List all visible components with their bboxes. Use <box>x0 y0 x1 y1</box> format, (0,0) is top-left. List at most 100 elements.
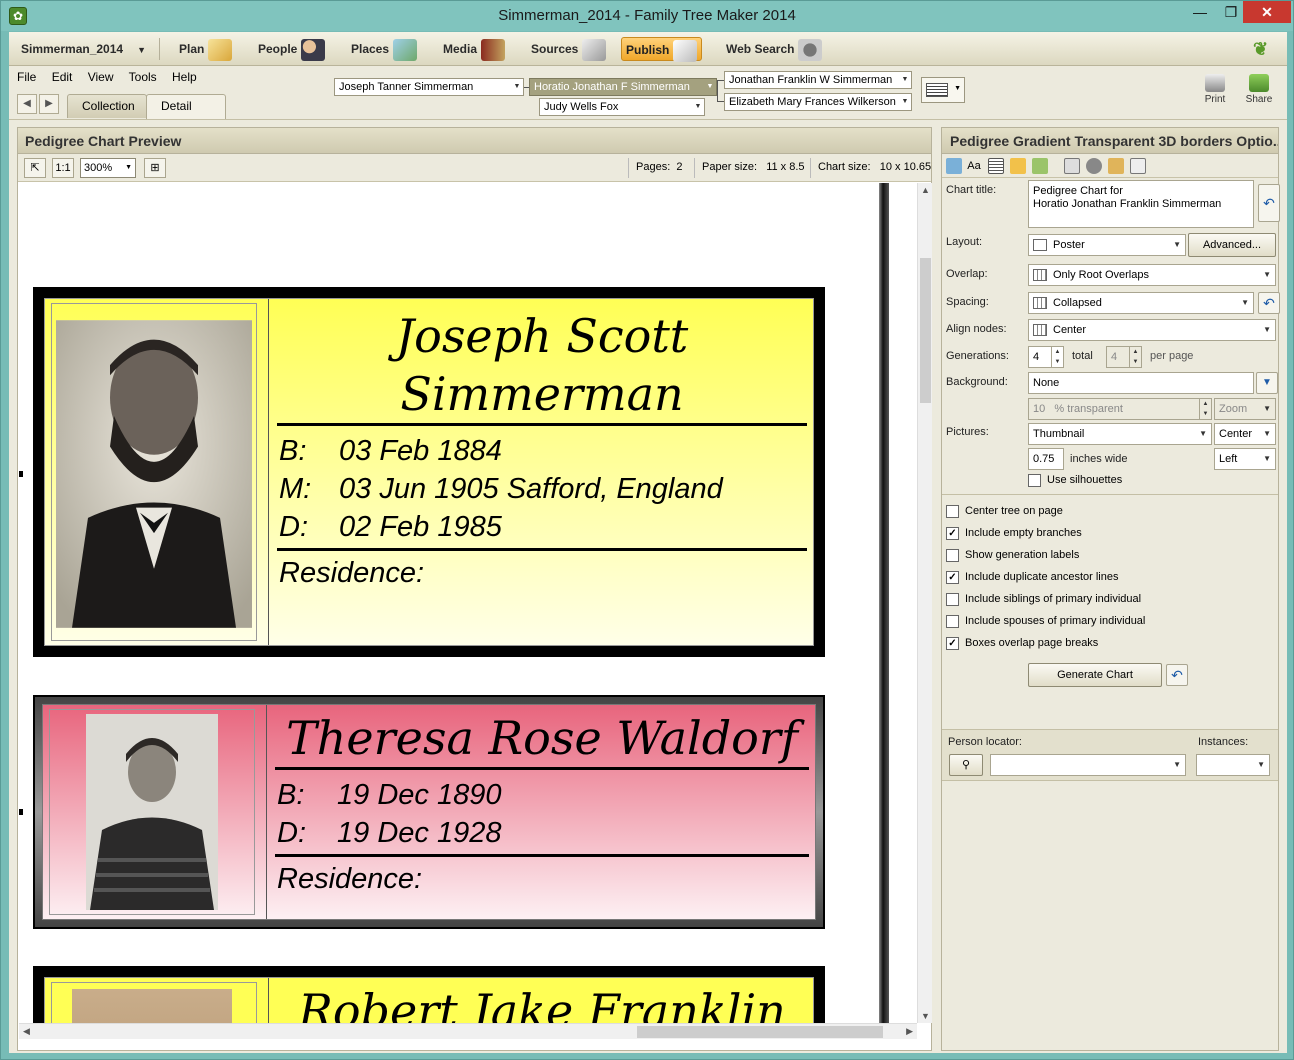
menu-tools[interactable]: Tools <box>129 70 157 84</box>
picture-width-input[interactable]: 0.75 <box>1028 448 1064 470</box>
sources-button[interactable]: Sources <box>527 37 610 61</box>
spacing-select[interactable]: Collapsed ▼ <box>1028 292 1254 314</box>
show-gen-labels-checkbox[interactable]: Show generation labels <box>946 548 1079 564</box>
background-dropdown-icon[interactable]: ▼ <box>1256 372 1278 394</box>
person-photo-woman[interactable] <box>50 710 254 914</box>
father-selector[interactable]: Joseph Tanner Simmerman ▼ <box>334 78 524 96</box>
instances-select[interactable]: ▼ <box>1196 754 1270 776</box>
undo-spacing-icon[interactable]: ↶ <box>1258 292 1280 314</box>
checkbox-box[interactable] <box>946 548 959 562</box>
tree-layout-icon[interactable]: ⊞ <box>144 158 166 178</box>
fit-to-window-icon[interactable]: ⇱ <box>24 158 46 178</box>
include-siblings-checkbox[interactable]: Include siblings of primary individual <box>946 592 1141 608</box>
document-icon[interactable] <box>1130 158 1146 174</box>
web-search-button[interactable]: Web Search <box>722 37 826 61</box>
zoom-background-select[interactable]: Zoom ▼ <box>1214 398 1276 420</box>
include-spouses-checkbox[interactable]: Include spouses of primary individual <box>946 614 1145 630</box>
generate-chart-button[interactable]: Generate Chart <box>1028 663 1162 687</box>
background-icon[interactable] <box>1010 158 1026 174</box>
font-icon[interactable]: Aa <box>966 158 982 174</box>
horizontal-scrollbar[interactable]: ◀ ▶ <box>19 1023 917 1039</box>
center-tree-checkbox[interactable]: Center tree on page <box>946 504 1063 520</box>
transparency-spinner[interactable]: 10 % transparent ▲ ▼ <box>1028 398 1212 420</box>
include-duplicate-checkbox[interactable]: ✓ Include duplicate ancestor lines <box>946 570 1118 586</box>
places-label: Places <box>351 42 390 56</box>
pictures-select[interactable]: Thumbnail ▼ <box>1028 423 1212 445</box>
picture-position-select[interactable]: Left ▼ <box>1214 448 1276 470</box>
copy-icon[interactable] <box>1064 158 1080 174</box>
chart-title-input[interactable]: Pedigree Chart for Horatio Jonathan Fran… <box>1028 180 1254 228</box>
spin-arrows-icon[interactable]: ▲ ▼ <box>1129 347 1141 367</box>
menu-edit[interactable]: Edit <box>52 70 73 84</box>
generations-spinner[interactable]: 4 ▲ ▼ <box>1028 346 1064 368</box>
scroll-thumb[interactable] <box>637 1026 883 1038</box>
chart-canvas[interactable]: Joseph Scott Simmerman B: 03 Feb 1884 M: 0… <box>19 183 917 1023</box>
checkmark-icon[interactable]: ✓ <box>946 636 959 650</box>
align-nodes-select[interactable]: Center ▼ <box>1028 319 1276 341</box>
person-box[interactable]: Theresa Rose Waldorf B: 19 Dec 1890 D: 19 … <box>33 695 825 929</box>
settings-icon[interactable] <box>1086 158 1102 174</box>
scroll-up-icon[interactable]: ▲ <box>921 185 930 195</box>
spin-arrows-icon[interactable]: ▲ ▼ <box>1199 399 1211 419</box>
save-template-icon[interactable] <box>1032 158 1048 174</box>
tab-collection[interactable]: Collection <box>67 94 147 118</box>
mother-selector[interactable]: Judy Wells Fox ▼ <box>539 98 705 116</box>
family-view-selector[interactable]: ▼ <box>921 77 965 103</box>
scroll-down-icon[interactable]: ▼ <box>921 1011 930 1021</box>
per-page-spinner[interactable]: 4 ▲ ▼ <box>1106 346 1142 368</box>
chart-title-line-1: Pedigree Chart for <box>1033 185 1123 197</box>
checkbox-box[interactable] <box>946 614 959 628</box>
child-selector-2[interactable]: Elizabeth Mary Frances Wilkerson ▼ <box>724 93 912 111</box>
menu-help[interactable]: Help <box>172 70 197 84</box>
advanced-button[interactable]: Advanced... <box>1188 233 1276 257</box>
export-icon[interactable] <box>1108 158 1124 174</box>
scroll-left-icon[interactable]: ◀ <box>23 1026 30 1037</box>
boxes-overlap-checkbox[interactable]: ✓ Boxes overlap page breaks <box>946 636 1098 652</box>
undo-generate-icon[interactable]: ↶ <box>1166 664 1188 686</box>
checkbox-box[interactable] <box>946 504 959 518</box>
vertical-scrollbar[interactable]: ▲ ▼ <box>917 183 932 1023</box>
checkbox-box[interactable] <box>946 592 959 606</box>
items-to-include-icon[interactable] <box>946 158 962 174</box>
plan-button[interactable]: Plan <box>175 37 236 61</box>
checkmark-icon[interactable]: ✓ <box>946 526 959 540</box>
menu-file[interactable]: File <box>17 70 36 84</box>
people-button[interactable]: People <box>254 37 329 61</box>
layout-select[interactable]: Poster ▼ <box>1028 234 1186 256</box>
publish-button[interactable]: Publish <box>621 37 703 62</box>
include-empty-checkbox[interactable]: ✓ Include empty branches <box>946 526 1082 542</box>
scroll-thumb[interactable] <box>920 258 931 403</box>
back-arrow-icon[interactable]: ◀ <box>17 94 37 114</box>
box-style-icon[interactable] <box>988 158 1004 174</box>
overlap-select[interactable]: Only Root Overlaps ▼ <box>1028 264 1276 286</box>
use-silhouettes-checkbox[interactable]: Use silhouettes <box>1028 473 1122 489</box>
places-button[interactable]: Places <box>347 37 421 61</box>
actual-size-icon[interactable]: 1:1 <box>52 158 74 178</box>
locate-person-icon[interactable]: ⚲ <box>949 754 983 776</box>
person-box[interactable]: Joseph Scott Simmerman B: 03 Feb 1884 M: 0… <box>33 287 825 657</box>
person-locator-select[interactable]: ▼ <box>990 754 1186 776</box>
checkbox-box[interactable] <box>1028 473 1041 487</box>
share-button[interactable]: Share <box>1239 74 1279 105</box>
spin-arrows-icon[interactable]: ▲ ▼ <box>1051 347 1063 367</box>
tab-detail[interactable]: Detail <box>146 94 226 119</box>
picture-align-select[interactable]: Center ▼ <box>1214 423 1276 445</box>
forward-arrow-icon[interactable]: ▶ <box>39 94 59 114</box>
print-button[interactable]: Print <box>1195 74 1235 105</box>
zoom-select[interactable]: 300% ▼ <box>80 158 136 178</box>
file-selector[interactable]: Simmerman_2014 ▼ <box>17 37 150 61</box>
person-photo-blurred[interactable] <box>72 989 232 1023</box>
checkmark-icon[interactable]: ✓ <box>946 570 959 584</box>
person-box[interactable]: Robert Jake Franklin <box>33 966 825 1023</box>
undo-title-icon[interactable]: ↶ <box>1258 184 1280 222</box>
plan-pencil-icon <box>208 38 233 61</box>
scroll-right-icon[interactable]: ▶ <box>906 1026 913 1037</box>
ancestry-leaf-icon[interactable]: ❦ <box>1249 37 1272 61</box>
background-select[interactable]: None <box>1028 372 1254 394</box>
menu-view[interactable]: View <box>88 70 114 84</box>
child-selector-1[interactable]: Jonathan Franklin W Simmerman ▼ <box>724 71 912 89</box>
selected-person-selector[interactable]: Horatio Jonathan F Simmerman ▼ <box>529 78 717 96</box>
person-photo-man[interactable] <box>52 304 256 640</box>
close-button[interactable]: ✕ <box>1243 1 1291 23</box>
media-button[interactable]: Media <box>439 37 509 61</box>
